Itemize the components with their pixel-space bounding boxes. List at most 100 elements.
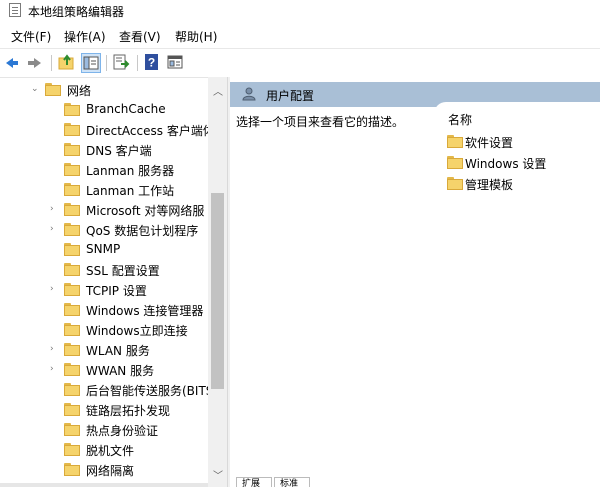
tree-horizontal-scrollbar[interactable] [0,483,208,487]
folder-icon [64,443,80,456]
description-text: 选择一个项目来查看它的描述。 [236,115,405,129]
expand-icon[interactable]: › [50,224,60,234]
title-bar: 本地组策略编辑器 [0,0,600,22]
expand-icon[interactable]: › [50,344,60,354]
folder-icon [64,343,80,356]
scroll-up-icon[interactable]: ︿ [213,83,223,98]
menu-help[interactable]: 帮助(H) [175,28,217,45]
folder-icon [64,363,80,376]
tree-item-label: WLAN 服务 [86,344,150,358]
properties-icon [167,55,183,69]
folder-icon [447,156,463,169]
tree-item-label: 后台智能传送服务(BITS [86,384,214,398]
menu-bar: 文件(F) 操作(A) 查看(V) 帮助(H) [0,27,600,47]
expand-icon[interactable]: › [50,364,60,374]
tree-item[interactable]: › WLAN 服务 [0,340,208,360]
tree-item[interactable]: › QoS 数据包计划程序 [0,220,208,240]
tree-item[interactable]: SSL 配置设置 [0,260,208,280]
console-tree[interactable]: ⌄ 网络 BranchCache DirectAccess 客户端体 DNS 客… [0,77,227,487]
tree-item-network[interactable]: ⌄ 网络 [0,80,208,100]
window-title: 本地组策略编辑器 [28,5,125,19]
tree-item[interactable]: 链路层拓扑发现 [0,400,208,420]
forward-button[interactable] [25,53,45,73]
properties-button[interactable] [166,53,186,73]
folder-icon [64,143,80,156]
collapse-icon[interactable]: ⌄ [31,84,41,94]
tree-item[interactable]: Windows立即连接 [0,320,208,340]
folder-icon [64,403,80,416]
folder-icon [64,183,80,196]
expand-icon[interactable]: › [50,204,60,214]
tree-item[interactable]: DNS 客户端 [0,140,208,160]
tree-item[interactable]: Lanman 服务器 [0,160,208,180]
view-tabs: 扩展 标准 [230,477,600,487]
tree-item-label: SSL 配置设置 [86,264,160,278]
expand-icon[interactable]: › [50,284,60,294]
tab-standard[interactable]: 标准 [274,477,310,487]
tree-item[interactable]: DirectAccess 客户端体 [0,120,215,140]
tree-item[interactable]: › Microsoft 对等网络服 [0,200,208,220]
tree-item-label: Lanman 服务器 [86,164,175,178]
tab-extended[interactable]: 扩展 [236,477,272,487]
tree-item[interactable]: Lanman 工作站 [0,180,208,200]
tree-item-label: TCPIP 设置 [86,284,147,298]
up-one-level-button[interactable] [58,53,78,73]
toolbar-separator [51,55,52,71]
tree-item-label: 链路层拓扑发现 [86,404,171,418]
back-button[interactable] [4,53,24,73]
tree-item-label: Microsoft 对等网络服 [86,204,205,218]
tree-item[interactable]: Windows 连接管理器 [0,300,208,320]
folder-icon [45,83,61,96]
help-button[interactable]: ? [143,53,163,73]
export-list-icon [113,54,130,70]
arrow-right-icon [28,58,41,68]
menu-file[interactable]: 文件(F) [11,28,51,45]
list-item-label: Windows 设置 [465,157,547,171]
folder-icon [64,203,80,216]
scrollbar-thumb[interactable] [211,193,224,389]
folder-icon [64,123,80,136]
tree-item[interactable]: 热点身份验证 [0,420,208,440]
tree-item[interactable]: › WWAN 服务 [0,360,208,380]
show-hide-tree-button[interactable] [81,53,101,73]
scroll-down-icon[interactable]: ﹀ [213,467,223,482]
tree-item[interactable]: 脱机文件 [0,440,208,460]
folder-icon [64,423,80,436]
folder-icon [64,463,80,476]
tree-item-label: 网络 [67,84,92,98]
help-icon: ? [145,54,158,70]
details-title: 用户配置 [266,89,315,103]
folder-icon [64,243,80,256]
tree-item-label: Windows 连接管理器 [86,304,204,318]
folder-icon [64,383,80,396]
tree-item[interactable]: › TCPIP 设置 [0,280,208,300]
tree-item[interactable]: BranchCache [0,100,208,120]
tree-item-label: 脱机文件 [86,444,135,458]
details-pane: 用户配置 选择一个项目来查看它的描述。 名称 软件设置 Windows 设置 管… [230,77,600,487]
list-item-label: 管理模板 [465,178,514,192]
tree-item[interactable]: 网络隔离 [0,460,208,480]
export-list-button[interactable] [112,53,132,73]
folder-icon [64,323,80,336]
tree-item-label: BranchCache [86,102,166,116]
folder-icon [64,163,80,176]
folder-icon [64,263,80,276]
folder-icon [64,103,80,116]
menu-view[interactable]: 查看(V) [119,28,161,45]
tree-item-label: DirectAccess 客户端体 [86,124,215,138]
list-column-header[interactable]: 名称 [434,102,600,132]
tree-item[interactable]: 后台智能传送服务(BITS [0,380,213,400]
menu-action[interactable]: 操作(A) [64,28,106,45]
tree-scrollbar[interactable]: ︿ ﹀ [208,77,227,487]
folder-up-icon [58,54,74,70]
toolbar: ? [0,48,600,76]
folder-icon [64,283,80,296]
folder-icon [447,177,463,190]
console-tree-icon [83,56,99,70]
svg-text:?: ? [148,56,155,70]
toolbar-separator [137,55,138,71]
toolbar-separator [106,55,107,71]
tree-item-label: DNS 客户端 [86,144,152,158]
column-name[interactable]: 名称 [448,111,472,128]
tree-item[interactable]: SNMP [0,240,208,260]
